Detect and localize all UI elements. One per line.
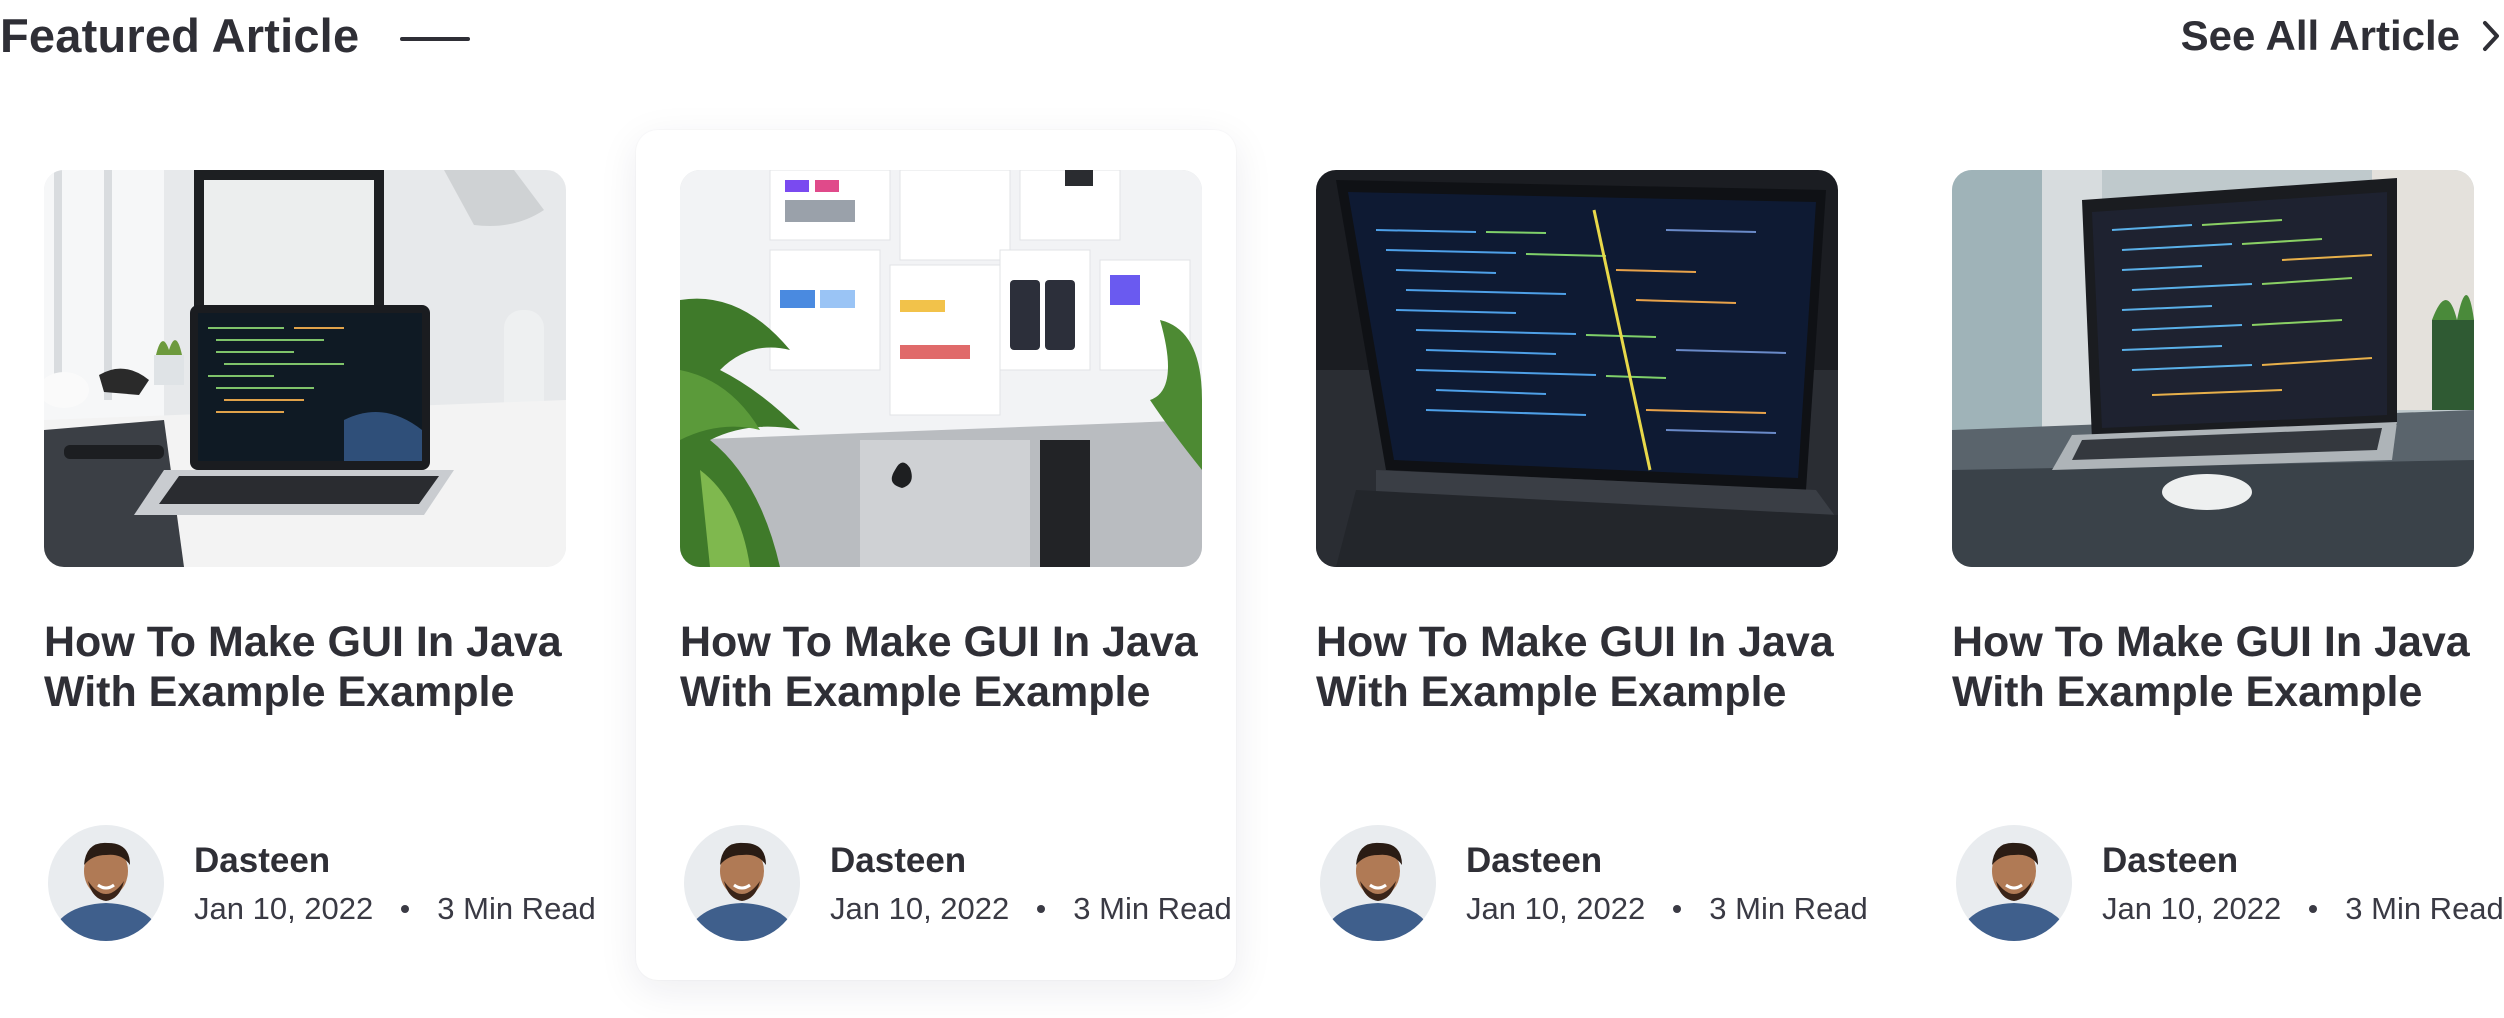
author-name: Dasteen [2102,841,2239,880]
see-all-articles-link[interactable]: See All Article [2181,8,2504,64]
section-title: Featured Article [0,9,360,62]
article-author: Dasteen Jan 10, 2022 3 Min Read [1952,825,2504,945]
publish-date: Jan 10, 2022 [830,891,1010,926]
avatar [48,825,164,941]
article-author: Dasteen Jan 10, 2022 3 Min Read [1316,825,1868,945]
separator-dot [1673,905,1682,913]
separator-dot [2309,905,2318,913]
chevron-right-icon [2478,16,2504,56]
article-thumbnail[interactable] [1952,170,2474,567]
article-title[interactable]: How To Make GUI In Java With Example Exa… [1316,617,1846,717]
publish-date: Jan 10, 2022 [2102,891,2282,926]
article-meta: Jan 10, 2022 3 Min Read [194,891,596,927]
avatar [1320,825,1436,941]
separator-dot [401,905,410,913]
author-name: Dasteen [1466,841,1603,880]
article-card-list: How To Make GUI In Java With Example Exa… [0,130,2504,990]
section-header: Featured Article See All Article [0,0,2504,80]
article-meta: Jan 10, 2022 3 Min Read [1466,891,1868,927]
see-all-label: See All Article [2180,12,2460,59]
article-thumbnail[interactable] [680,170,1202,567]
article-card[interactable]: How To Make GUI In Java With Example Exa… [0,130,600,980]
read-time: 3 Min Read [1709,891,1868,926]
avatar [1956,825,2072,941]
article-title[interactable]: How To Make GUI In Java With Example Exa… [1952,617,2482,717]
read-time: 3 Min Read [437,891,596,926]
article-meta: Jan 10, 2022 3 Min Read [830,891,1232,927]
author-name: Dasteen [194,841,331,880]
separator-dot [1037,905,1046,913]
article-card[interactable]: How To Make GUI In Java With Example Exa… [1272,130,1872,980]
article-title[interactable]: How To Make GUI In Java With Example Exa… [680,617,1210,717]
read-time: 3 Min Read [1073,891,1232,926]
read-time: 3 Min Read [2345,891,2504,926]
article-thumbnail[interactable] [44,170,566,567]
avatar [684,825,800,941]
article-card[interactable]: How To Make GUI In Java With Example Exa… [1908,130,2504,980]
publish-date: Jan 10, 2022 [1466,891,1646,926]
article-author: Dasteen Jan 10, 2022 3 Min Read [44,825,596,945]
title-divider [400,37,470,41]
article-author: Dasteen Jan 10, 2022 3 Min Read [680,825,1232,945]
author-name: Dasteen [830,841,967,880]
article-thumbnail[interactable] [1316,170,1838,567]
article-card[interactable]: How To Make GUI In Java With Example Exa… [636,130,1236,980]
publish-date: Jan 10, 2022 [194,891,374,926]
article-meta: Jan 10, 2022 3 Min Read [2102,891,2504,927]
article-title[interactable]: How To Make GUI In Java With Example Exa… [44,617,574,717]
